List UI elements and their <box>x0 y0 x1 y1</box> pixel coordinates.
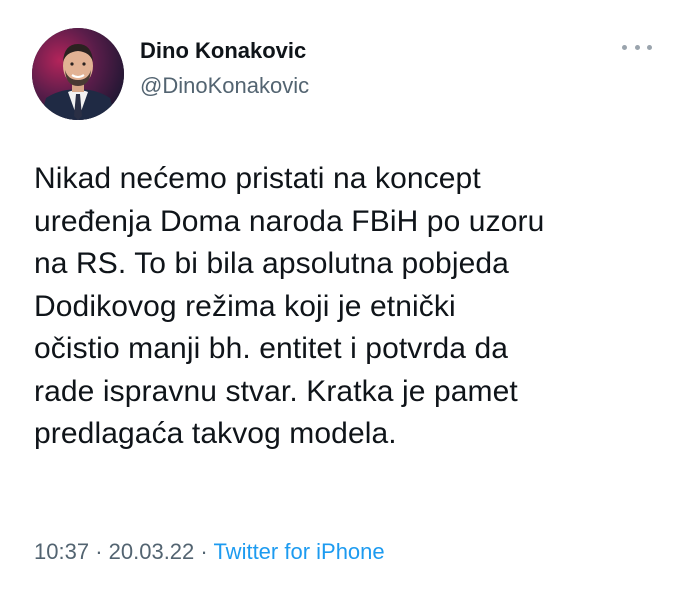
tweet-time[interactable]: 10:37 <box>34 539 89 564</box>
tweet-text-line: očistio manji bh. entitet i potvrda da <box>34 332 509 365</box>
tweet-text-line: na RS. To bi bila apsolutna pobjeda <box>34 247 509 280</box>
more-dot <box>647 44 652 50</box>
tweet-text-line: Dodikovog režima koji je etnički <box>34 289 456 323</box>
tweet-card: Dino Konakovic @DinoKonakovic Nikad neće… <box>0 0 680 591</box>
more-dot <box>634 44 640 50</box>
tweet-text-line: rade ispravnu stvar. Kratka je pamet <box>34 374 518 408</box>
tweet-source[interactable]: Twitter for iPhone <box>213 539 384 564</box>
tweet-text: Nikad nećemo pristati na koncept uređenj… <box>34 158 674 456</box>
tweet-text-line: uređenja Doma naroda FBiH po uzoru <box>34 204 545 238</box>
tweet-text-line: predlagaća takvog modela. <box>34 417 397 450</box>
author-handle[interactable]: @DinoKonakovic <box>140 73 309 99</box>
profile-photo-icon <box>32 28 124 120</box>
author-avatar[interactable] <box>32 28 124 120</box>
tweet-text-line: Nikad nećemo pristati na koncept <box>34 162 481 195</box>
more-dot <box>622 44 627 50</box>
author-display-name[interactable]: Dino Konakovic <box>140 38 306 64</box>
meta-separator: · <box>200 539 208 564</box>
meta-separator: · <box>95 539 103 564</box>
tweet-date[interactable]: 20.03.22 <box>109 539 195 564</box>
tweet-meta: 10:37 · 20.03.22 · Twitter for iPhone <box>34 538 385 566</box>
more-horizontal-icon[interactable] <box>622 40 652 54</box>
